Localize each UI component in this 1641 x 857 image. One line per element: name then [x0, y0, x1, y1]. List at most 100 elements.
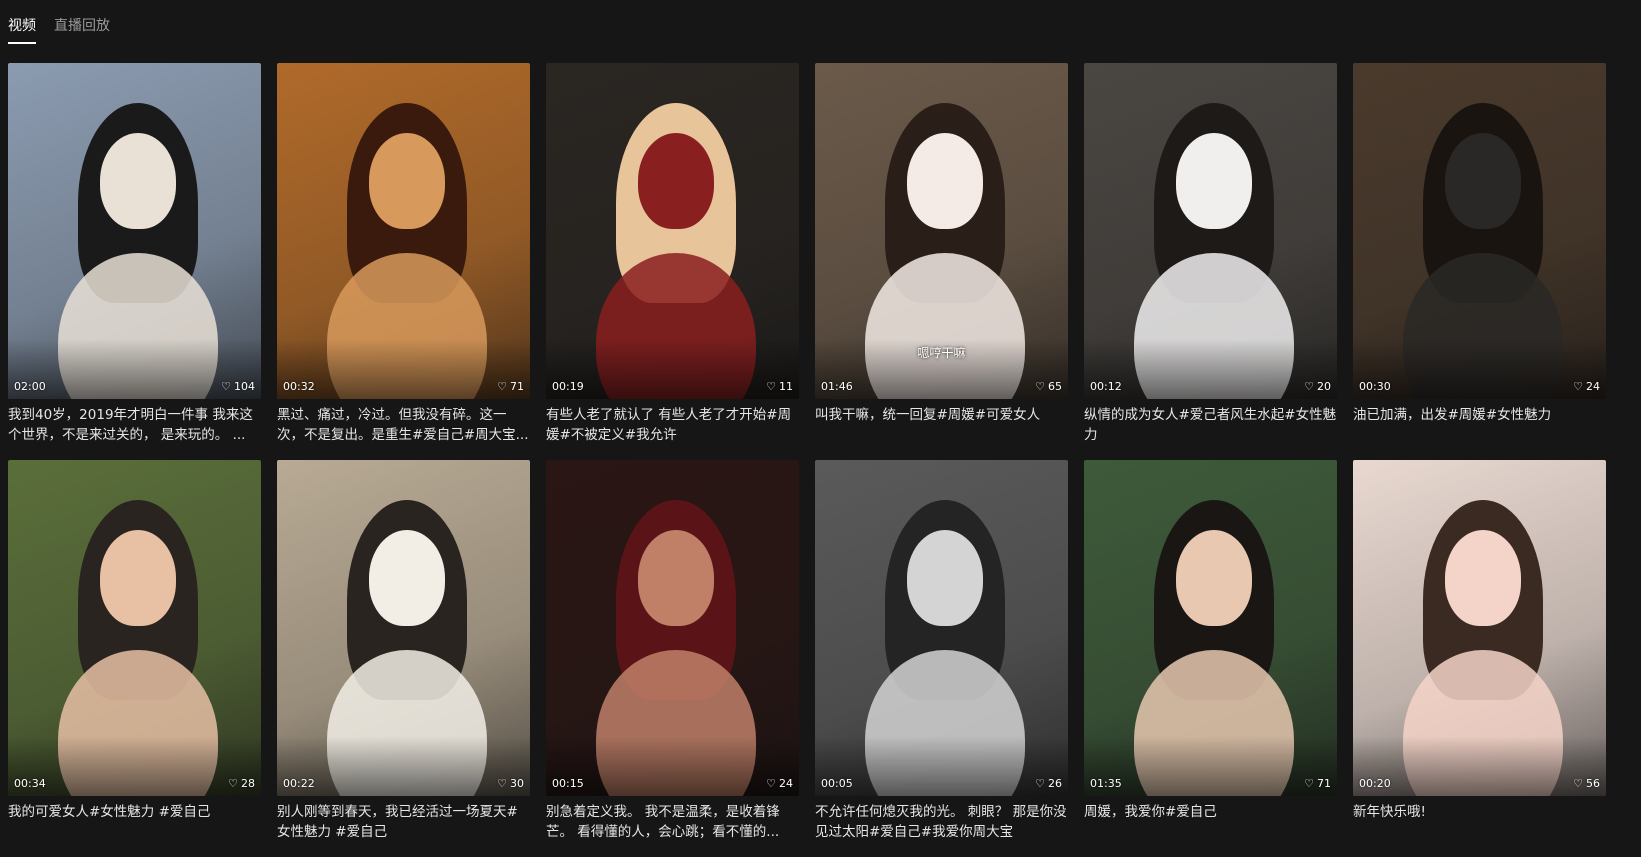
- video-duration: 00:34: [14, 777, 46, 790]
- video-card[interactable]: 00:32 ♡ 71 黑过、痛过，冷过。但我没有碎。这一次，不是复出。是重生#爱自己#…: [277, 63, 530, 460]
- like-count: ♡ 56: [1573, 777, 1600, 790]
- like-count: ♡ 65: [1035, 380, 1062, 393]
- thumbnail-figure-face: [369, 530, 445, 626]
- video-caption[interactable]: 周媛，我爱你#爱自己: [1084, 802, 1337, 842]
- thumbnail-figure-face: [369, 133, 445, 229]
- like-count: ♡ 71: [497, 380, 524, 393]
- thumbnail-figure-face: [1445, 133, 1521, 229]
- video-thumbnail[interactable]: 00:32 ♡ 71: [277, 63, 530, 399]
- like-count-value: 20: [1317, 380, 1331, 393]
- like-count: ♡ 71: [1304, 777, 1331, 790]
- heart-icon: ♡: [1035, 380, 1045, 393]
- thumbnail-figure-face: [100, 530, 176, 626]
- thumbnail-figure-face: [1176, 133, 1252, 229]
- video-caption[interactable]: 我到40岁，2019年才明白一件事 我来这个世界，不是来过关的， 是来玩的。 .…: [8, 405, 261, 445]
- video-caption[interactable]: 油已加满，出发#周媛#女性魅力: [1353, 405, 1606, 445]
- video-duration: 01:35: [1090, 777, 1122, 790]
- thumbnail-figure-face: [907, 133, 983, 229]
- video-card[interactable]: 嗯哼干嘛 01:46 ♡ 65 叫我干嘛，统一回复#周媛#可爱女人: [815, 63, 1068, 460]
- video-caption[interactable]: 黑过、痛过，冷过。但我没有碎。这一次，不是复出。是重生#爱自己#周大宝...: [277, 405, 530, 445]
- like-count: ♡ 28: [228, 777, 255, 790]
- like-count: ♡ 20: [1304, 380, 1331, 393]
- tab-videos[interactable]: 视频: [8, 16, 36, 44]
- video-thumbnail[interactable]: 00:34 ♡ 28: [8, 460, 261, 796]
- video-duration: 00:20: [1359, 777, 1391, 790]
- heart-icon: ♡: [1573, 380, 1583, 393]
- video-card[interactable]: 02:00 ♡ 104 我到40岁，2019年才明白一件事 我来这个世界，不是来过关的…: [8, 63, 261, 460]
- video-thumbnail[interactable]: 00:20 ♡ 56: [1353, 460, 1606, 796]
- video-caption[interactable]: 叫我干嘛，统一回复#周媛#可爱女人: [815, 405, 1068, 445]
- video-card[interactable]: 00:15 ♡ 24 别急着定义我。 我不是温柔，是收着锋芒。 看得懂的人，会心跳；看…: [546, 460, 799, 857]
- video-duration: 00:22: [283, 777, 315, 790]
- video-thumbnail[interactable]: 02:00 ♡ 104: [8, 63, 261, 399]
- video-card[interactable]: 00:20 ♡ 56 新年快乐哦!: [1353, 460, 1606, 857]
- video-duration: 00:05: [821, 777, 853, 790]
- heart-icon: ♡: [497, 777, 507, 790]
- like-count-value: 24: [779, 777, 793, 790]
- video-thumbnail[interactable]: 00:30 ♡ 24: [1353, 63, 1606, 399]
- video-thumbnail[interactable]: 00:12 ♡ 20: [1084, 63, 1337, 399]
- thumbnail-figure-face: [638, 530, 714, 626]
- like-count-value: 30: [510, 777, 524, 790]
- like-count-value: 71: [510, 380, 524, 393]
- heart-icon: ♡: [1035, 777, 1045, 790]
- like-count: ♡ 24: [766, 777, 793, 790]
- video-card[interactable]: 00:30 ♡ 24 油已加满，出发#周媛#女性魅力: [1353, 63, 1606, 460]
- video-grid: 02:00 ♡ 104 我到40岁，2019年才明白一件事 我来这个世界，不是来过关的…: [8, 63, 1616, 857]
- like-count-value: 104: [234, 380, 255, 393]
- heart-icon: ♡: [766, 777, 776, 790]
- thumbnail-figure-face: [638, 133, 714, 229]
- heart-icon: ♡: [766, 380, 776, 393]
- video-caption[interactable]: 别急着定义我。 我不是温柔，是收着锋芒。 看得懂的人，会心跳；看不懂的...: [546, 802, 799, 842]
- heart-icon: ♡: [1304, 380, 1314, 393]
- video-card[interactable]: 00:34 ♡ 28 我的可爱女人#女性魅力 #爱自己: [8, 460, 261, 857]
- video-caption[interactable]: 别人刚等到春天，我已经活过一场夏天#女性魅力 #爱自己: [277, 802, 530, 842]
- tab-live-replay[interactable]: 直播回放: [54, 16, 110, 42]
- video-caption[interactable]: 我的可爱女人#女性魅力 #爱自己: [8, 802, 261, 842]
- heart-icon: ♡: [1304, 777, 1314, 790]
- video-thumbnail[interactable]: 00:05 ♡ 26: [815, 460, 1068, 796]
- like-count-value: 28: [241, 777, 255, 790]
- video-thumbnail[interactable]: 00:19 ♡ 11: [546, 63, 799, 399]
- video-duration: 00:32: [283, 380, 315, 393]
- like-count: ♡ 11: [766, 380, 793, 393]
- thumbnail-figure-face: [100, 133, 176, 229]
- video-card[interactable]: 00:19 ♡ 11 有些人老了就认了 有些人老了才开始#周媛#不被定义#我允许: [546, 63, 799, 460]
- like-count: ♡ 26: [1035, 777, 1062, 790]
- video-caption[interactable]: 新年快乐哦!: [1353, 802, 1606, 842]
- like-count: ♡ 104: [221, 380, 255, 393]
- like-count-value: 56: [1586, 777, 1600, 790]
- heart-icon: ♡: [497, 380, 507, 393]
- video-subtitle: 嗯哼干嘛: [917, 346, 966, 360]
- video-card[interactable]: 01:35 ♡ 71 周媛，我爱你#爱自己: [1084, 460, 1337, 857]
- heart-icon: ♡: [1573, 777, 1583, 790]
- like-count: ♡ 30: [497, 777, 524, 790]
- like-count-value: 71: [1317, 777, 1331, 790]
- video-caption[interactable]: 不允许任何熄灭我的光。 刺眼？ 那是你没见过太阳#爱自己#我爱你周大宝: [815, 802, 1068, 842]
- thumbnail-figure-face: [1445, 530, 1521, 626]
- video-duration: 00:12: [1090, 380, 1122, 393]
- like-count-value: 11: [779, 380, 793, 393]
- thumbnail-figure-face: [907, 530, 983, 626]
- heart-icon: ♡: [221, 380, 231, 393]
- video-duration: 02:00: [14, 380, 46, 393]
- video-thumbnail[interactable]: 00:22 ♡ 30: [277, 460, 530, 796]
- video-duration: 00:30: [1359, 380, 1391, 393]
- video-duration: 00:19: [552, 380, 584, 393]
- video-thumbnail[interactable]: 01:35 ♡ 71: [1084, 460, 1337, 796]
- video-duration: 01:46: [821, 380, 853, 393]
- like-count-value: 26: [1048, 777, 1062, 790]
- video-card[interactable]: 00:22 ♡ 30 别人刚等到春天，我已经活过一场夏天#女性魅力 #爱自己: [277, 460, 530, 857]
- video-card[interactable]: 00:12 ♡ 20 纵情的成为女人#爱己者风生水起#女性魅力: [1084, 63, 1337, 460]
- video-thumbnail[interactable]: 嗯哼干嘛 01:46 ♡ 65: [815, 63, 1068, 399]
- heart-icon: ♡: [228, 777, 238, 790]
- video-caption[interactable]: 纵情的成为女人#爱己者风生水起#女性魅力: [1084, 405, 1337, 445]
- video-card[interactable]: 00:05 ♡ 26 不允许任何熄灭我的光。 刺眼？ 那是你没见过太阳#爱自己#我爱你…: [815, 460, 1068, 857]
- like-count-value: 65: [1048, 380, 1062, 393]
- thumbnail-figure-face: [1176, 530, 1252, 626]
- video-duration: 00:15: [552, 777, 584, 790]
- video-thumbnail[interactable]: 00:15 ♡ 24: [546, 460, 799, 796]
- video-caption[interactable]: 有些人老了就认了 有些人老了才开始#周媛#不被定义#我允许: [546, 405, 799, 445]
- like-count: ♡ 24: [1573, 380, 1600, 393]
- like-count-value: 24: [1586, 380, 1600, 393]
